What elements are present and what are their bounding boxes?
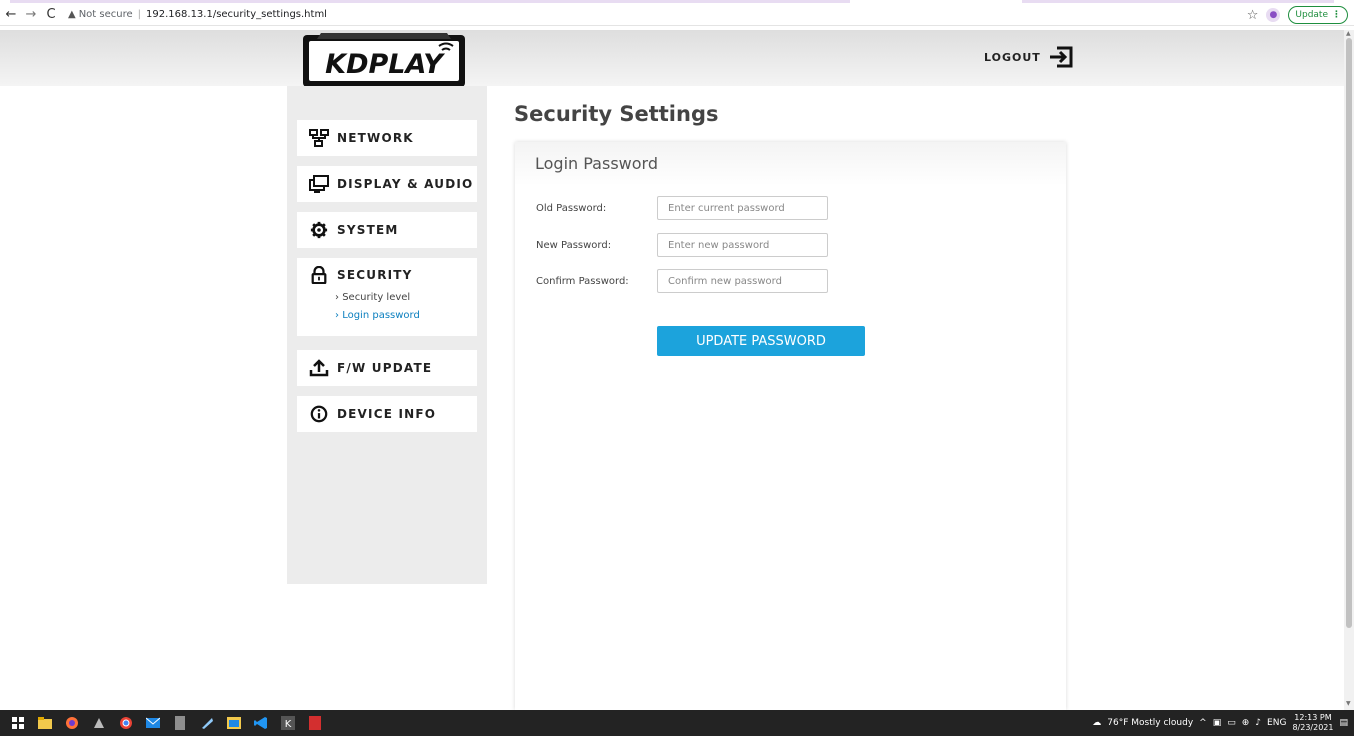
profile-avatar-icon[interactable]: ● bbox=[1266, 8, 1281, 22]
gear-icon bbox=[310, 221, 328, 239]
kebab-menu-icon: ⋮ bbox=[1332, 10, 1341, 20]
notifications-icon[interactable]: ▤ bbox=[1339, 718, 1348, 728]
logo-text: KDPLAY bbox=[325, 49, 445, 80]
weather-text[interactable]: 76°F Mostly cloudy bbox=[1107, 718, 1193, 728]
chevron-up-icon[interactable]: ^ bbox=[1199, 718, 1207, 728]
calculator-icon[interactable] bbox=[171, 714, 189, 732]
app-header: KDPLAY LOGOUT bbox=[0, 30, 1344, 88]
browser-toolbar: ← → C ▲ Not secure | 192.168.13.1/securi… bbox=[0, 4, 1354, 26]
weather-cloud-icon[interactable]: ☁ bbox=[1092, 718, 1101, 728]
old-password-input[interactable] bbox=[657, 196, 828, 220]
sidebar-item-security[interactable]: SECURITY › Security level › Login passwo… bbox=[297, 258, 477, 336]
globe-icon[interactable]: ⊕ bbox=[1242, 718, 1250, 728]
sidebar-item-network[interactable]: NETWORK bbox=[297, 120, 477, 156]
sidebar-item-label: NETWORK bbox=[337, 131, 414, 145]
active-tab-highlight[interactable] bbox=[10, 0, 850, 3]
logout-button[interactable]: LOGOUT bbox=[984, 46, 1075, 68]
security-submenu: › Security level › Login password bbox=[297, 292, 420, 328]
submenu-login-password[interactable]: › Login password bbox=[335, 310, 420, 328]
new-password-input[interactable] bbox=[657, 233, 828, 257]
logout-icon bbox=[1049, 46, 1073, 68]
info-icon bbox=[310, 405, 328, 423]
not-secure-label[interactable]: Not secure bbox=[79, 9, 133, 20]
address-separator: | bbox=[137, 9, 142, 20]
tray-network-icon[interactable]: ▣ bbox=[1213, 718, 1222, 728]
scroll-down-arrow-icon[interactable]: ▼ bbox=[1346, 700, 1351, 707]
vscode-icon[interactable] bbox=[252, 714, 270, 732]
svg-text:K: K bbox=[285, 719, 292, 730]
windows-start-icon[interactable] bbox=[9, 714, 27, 732]
display-audio-icon bbox=[309, 175, 329, 193]
language-indicator[interactable]: ENG bbox=[1267, 718, 1286, 728]
page-title: Security Settings bbox=[514, 102, 719, 126]
forward-arrow-icon[interactable]: → bbox=[22, 7, 40, 22]
old-password-row: Old Password: bbox=[536, 196, 828, 220]
warning-icon: ▲ bbox=[68, 9, 76, 20]
old-password-label: Old Password: bbox=[536, 202, 607, 214]
back-arrow-icon[interactable]: ← bbox=[2, 7, 20, 22]
sidebar-item-label: DEVICE INFO bbox=[337, 407, 437, 421]
submenu-security-level[interactable]: › Security level bbox=[335, 292, 420, 310]
logout-label: LOGOUT bbox=[984, 50, 1041, 64]
sidebar-item-label: F/W UPDATE bbox=[337, 361, 433, 375]
security-header[interactable]: SECURITY bbox=[297, 258, 413, 292]
volume-icon[interactable]: ♪ bbox=[1255, 718, 1261, 728]
confirm-password-label: Confirm Password: bbox=[536, 275, 629, 287]
clock-date: 8/23/2021 bbox=[1292, 723, 1334, 732]
sidebar-item-system[interactable]: SYSTEM bbox=[297, 212, 477, 248]
confirm-password-input[interactable] bbox=[657, 269, 828, 293]
clock-time: 12:13 PM bbox=[1294, 713, 1332, 722]
lock-icon bbox=[311, 266, 327, 284]
sidebar-item-label: SECURITY bbox=[337, 268, 413, 282]
system-tray: ☁ 76°F Mostly cloudy ^ ▣ ▭ ⊕ ♪ ENG 12:13… bbox=[1092, 710, 1348, 736]
file-explorer-icon[interactable] bbox=[36, 714, 54, 732]
reload-icon[interactable]: C bbox=[42, 7, 60, 22]
panel-title: Login Password bbox=[515, 142, 1066, 186]
bookmark-star-icon[interactable]: ☆ bbox=[1247, 8, 1259, 23]
sidebar: NETWORK DISPLAY & AUDIO SYSTEM SECURITY … bbox=[287, 86, 487, 584]
new-password-row: New Password: bbox=[536, 233, 828, 257]
login-password-panel: Login Password Old Password: New Passwor… bbox=[515, 142, 1066, 710]
update-password-button[interactable]: UPDATE PASSWORD bbox=[657, 326, 865, 356]
sidebar-item-label: SYSTEM bbox=[337, 223, 399, 237]
page-scrollbar-thumb[interactable] bbox=[1346, 38, 1352, 628]
app-icon[interactable] bbox=[90, 714, 108, 732]
browser-actions: ☆ ● Update ⋮ bbox=[1247, 6, 1348, 24]
inactive-tab-highlight[interactable] bbox=[1022, 0, 1334, 3]
sidebar-item-label: DISPLAY & AUDIO bbox=[337, 177, 474, 191]
clock[interactable]: 12:13 PM 8/23/2021 bbox=[1292, 713, 1333, 733]
scroll-up-arrow-icon[interactable]: ▲ bbox=[1346, 30, 1351, 37]
firefox-icon[interactable] bbox=[63, 714, 81, 732]
pen-icon[interactable] bbox=[198, 714, 216, 732]
kdplay-logo[interactable]: KDPLAY bbox=[301, 30, 467, 88]
update-label: Update bbox=[1295, 10, 1328, 20]
sidebar-item-fw-update[interactable]: F/W UPDATE bbox=[297, 350, 477, 386]
browser-update-button[interactable]: Update ⋮ bbox=[1288, 6, 1348, 24]
url-text[interactable]: 192.168.13.1/security_settings.html bbox=[146, 9, 327, 20]
chrome-icon[interactable] bbox=[117, 714, 135, 732]
kdplay-app-icon[interactable]: K bbox=[279, 714, 297, 732]
sidebar-item-device-info[interactable]: DEVICE INFO bbox=[297, 396, 477, 432]
address-bar[interactable]: ▲ Not secure | 192.168.13.1/security_set… bbox=[68, 9, 327, 20]
window-icon[interactable] bbox=[225, 714, 243, 732]
windows-taskbar: K ☁ 76°F Mostly cloudy ^ ▣ ▭ ⊕ ♪ ENG 12:… bbox=[0, 710, 1354, 736]
battery-icon[interactable]: ▭ bbox=[1227, 718, 1236, 728]
confirm-password-row: Confirm Password: bbox=[536, 269, 828, 293]
new-password-label: New Password: bbox=[536, 239, 612, 251]
pdf-icon[interactable] bbox=[306, 714, 324, 732]
sidebar-item-display-audio[interactable]: DISPLAY & AUDIO bbox=[297, 166, 477, 202]
upload-icon bbox=[309, 359, 329, 377]
mail-icon[interactable] bbox=[144, 714, 162, 732]
network-icon bbox=[309, 129, 329, 147]
